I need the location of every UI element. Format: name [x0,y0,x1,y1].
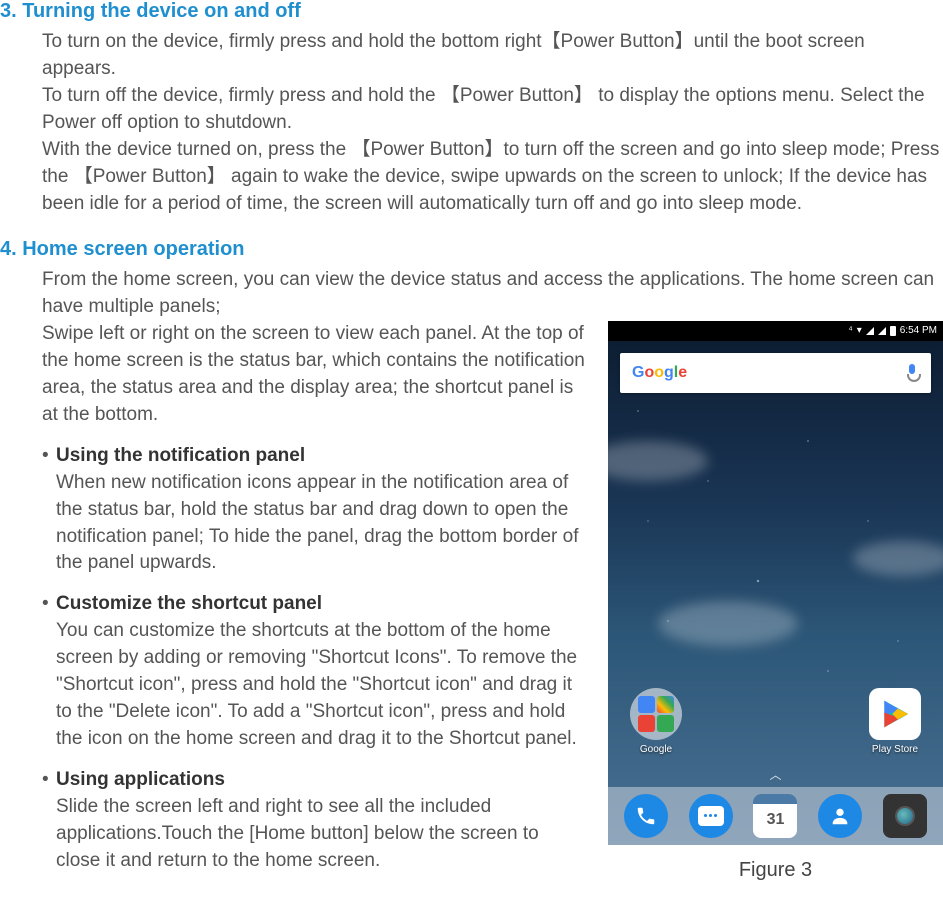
section-3-heading: 3. Turning the device on and off [0,0,943,23]
home-folder-row: Google Play Store [608,688,943,755]
app-drawer-handle-icon[interactable]: ︿ [769,766,781,783]
calendar-day: 31 [767,811,785,829]
figure-3-phone-screenshot: ⁴ ▾ 6:54 PM Google Google [608,321,943,845]
wifi-icon: ▾ [857,326,862,336]
play-store-label: Play Store [872,744,918,755]
contacts-app-icon[interactable] [818,794,862,838]
sub-item-1-title: Customize the shortcut panel [56,591,322,618]
messages-app-icon[interactable] [689,794,733,838]
camera-app-icon[interactable] [883,794,927,838]
signal-icon [878,327,886,335]
sub-item-1-body: You can customize the shortcuts at the b… [56,618,588,753]
shortcut-panel-dock: 31 [608,787,943,845]
section-4-intro-left-text: Swipe left or right on the screen to vie… [42,321,588,429]
sub-item-2-body: Slide the screen left and right to see a… [56,794,588,875]
bullet-icon: • [42,443,56,470]
google-folder-label: Google [640,744,672,755]
sub-item-0-title: Using the notification panel [56,443,305,470]
phone-app-icon[interactable] [624,794,668,838]
play-store-app[interactable]: Play Store [869,688,921,755]
play-store-icon [869,688,921,740]
sub-item-using-applications: • Using applications Slide the screen le… [42,767,588,875]
status-time: 6:54 PM [900,326,937,336]
figure-3-caption: Figure 3 [739,859,812,882]
microphone-icon[interactable] [905,364,919,382]
bullet-icon: • [42,767,56,794]
google-folder[interactable]: Google [630,688,682,755]
calendar-app-icon[interactable]: 31 [753,794,797,838]
bullet-icon: • [42,591,56,618]
section-3-text: To turn on the device, firmly press and … [42,29,943,218]
battery-icon [890,326,896,336]
section-4-intro-full-text: From the home screen, you can view the d… [42,267,943,321]
sub-item-2-title: Using applications [56,767,225,794]
status-bar[interactable]: ⁴ ▾ 6:54 PM [608,321,943,341]
signal-icon [866,327,874,335]
google-logo: Google [632,364,687,382]
camera-lens-icon [895,806,915,826]
sub-item-notification-panel: • Using the notification panel When new … [42,443,588,578]
status-caret-icon: ⁴ [848,326,852,336]
wallpaper-cloud [853,541,943,576]
wallpaper-cloud [658,601,798,646]
sub-item-customize-shortcut: • Customize the shortcut panel You can c… [42,591,588,753]
folder-icon [630,688,682,740]
section-3-body: To turn on the device, firmly press and … [42,29,943,218]
google-search-bar[interactable]: Google [620,353,931,393]
section-4-intro-full: From the home screen, you can view the d… [42,267,943,321]
section-4-heading: 4. Home screen operation [0,238,943,261]
sub-item-0-body: When new notification icons appear in th… [56,470,588,578]
section-4-intro-left: Swipe left or right on the screen to vie… [42,321,588,429]
